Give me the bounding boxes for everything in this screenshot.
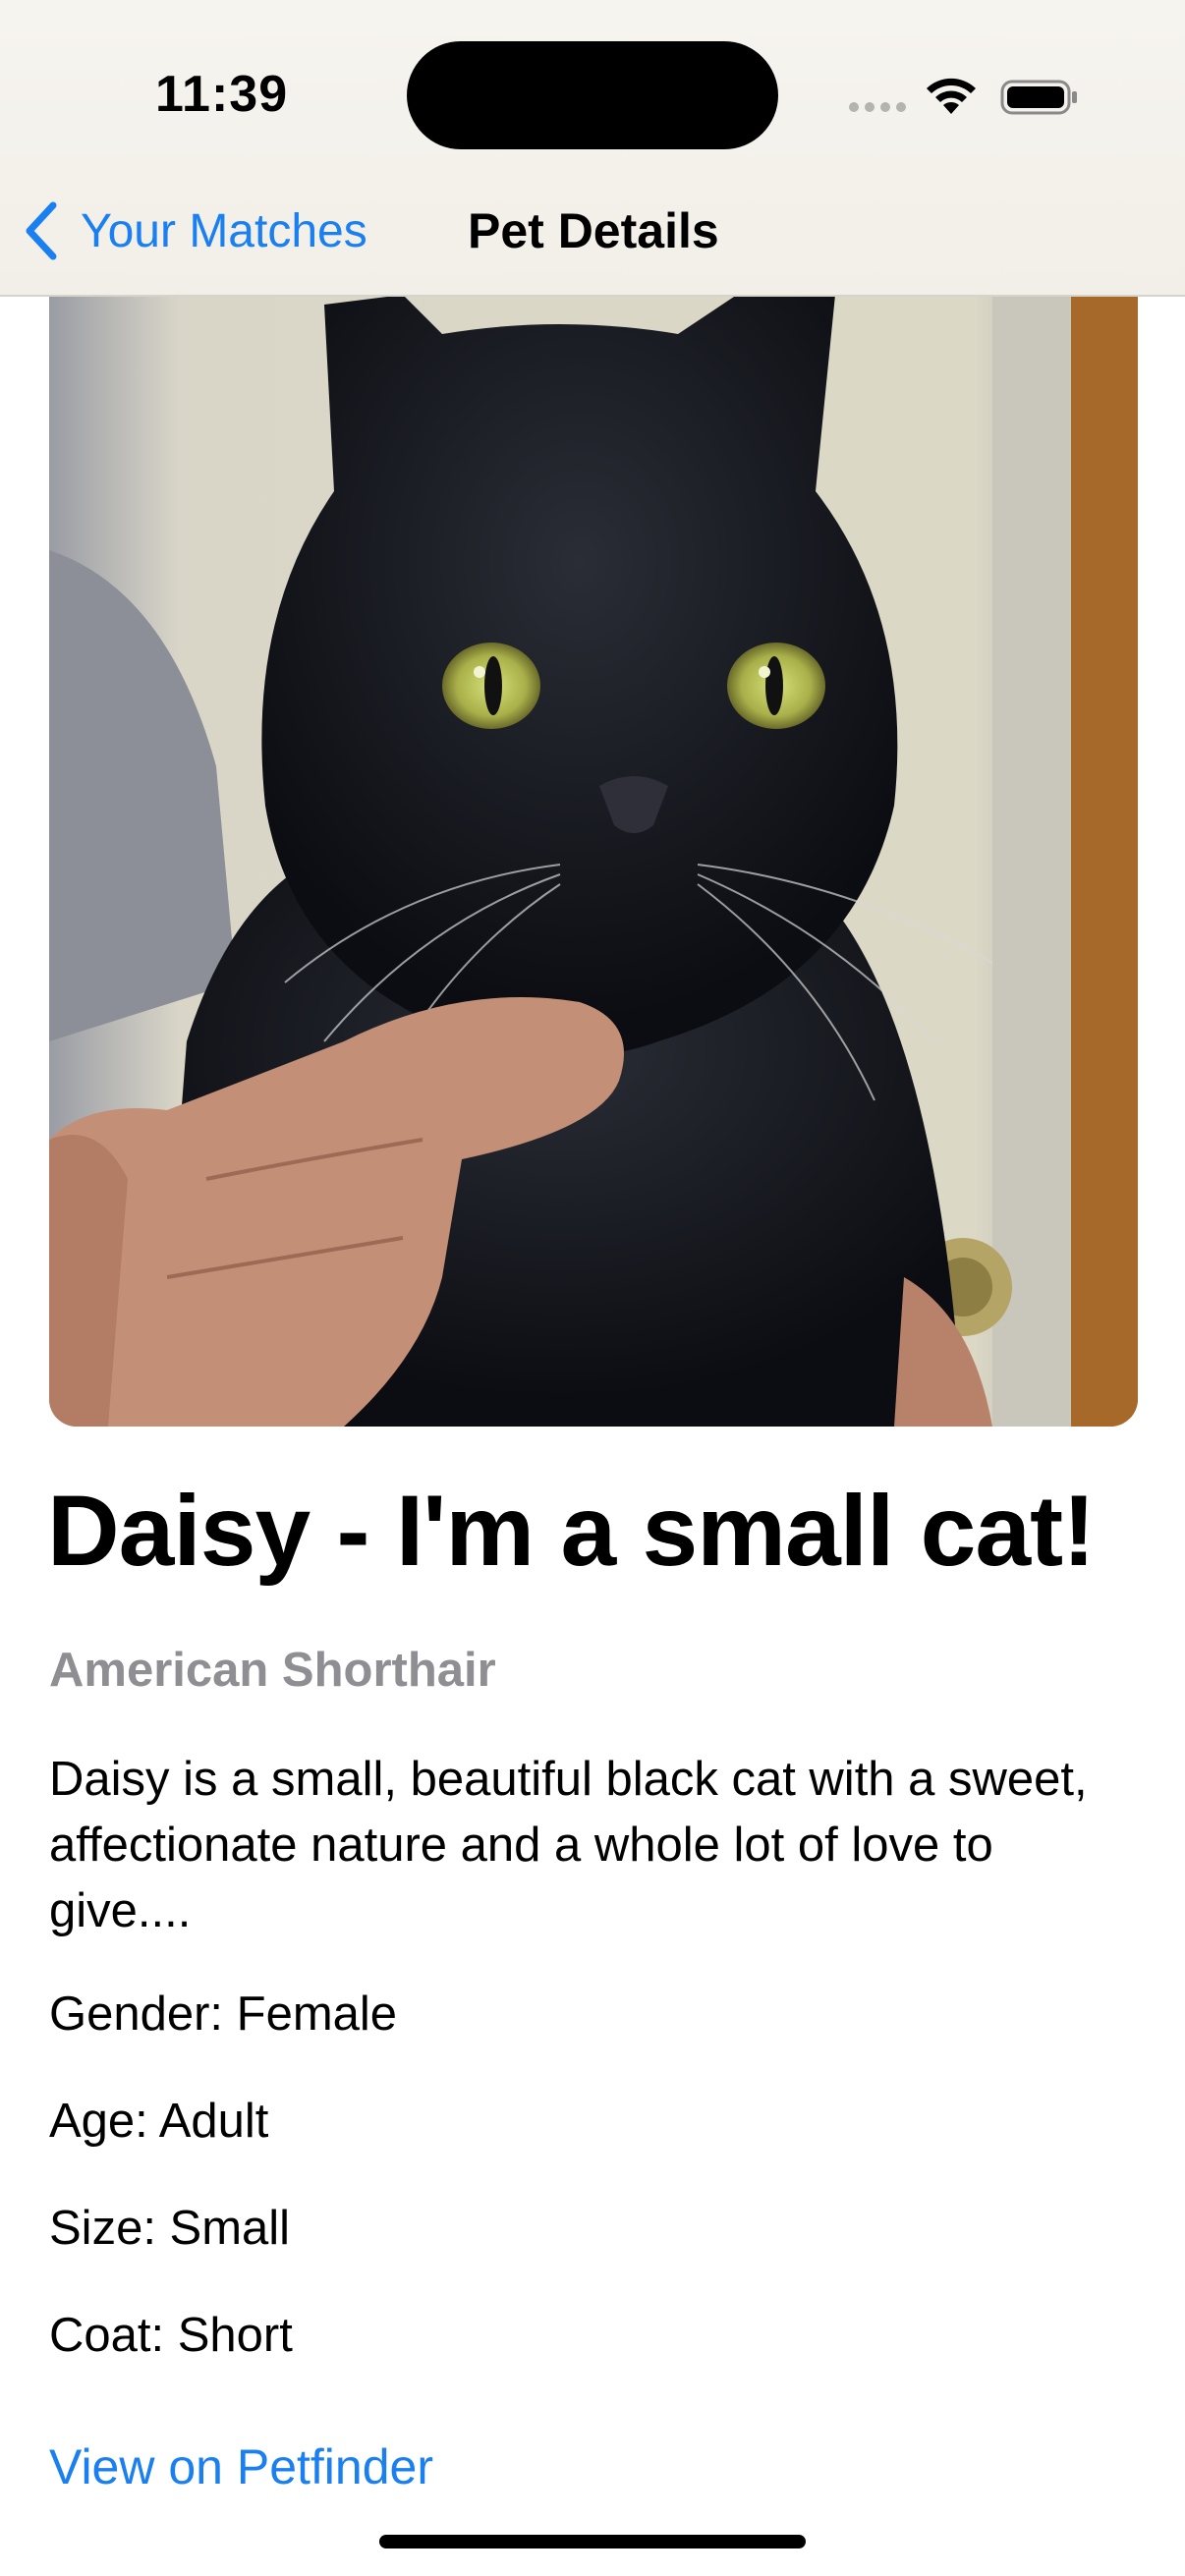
status-time: 11:39 (155, 66, 289, 123)
pet-gender: Gender: Female (49, 1988, 398, 2041)
back-button-label: Your Matches (81, 204, 367, 257)
pet-photo (49, 295, 1138, 1427)
pet-name-heading: Daisy - I'm a small cat! (47, 1475, 1096, 1587)
pet-coat: Coat: Short (49, 2309, 293, 2362)
pet-age: Age: Adult (49, 2095, 269, 2148)
battery-icon (1000, 80, 1077, 115)
pet-size: Size: Small (49, 2202, 291, 2255)
back-button[interactable]: Your Matches (24, 196, 367, 265)
signal-icon (849, 102, 906, 112)
home-indicator[interactable] (379, 2535, 806, 2548)
page-title: Pet Details (468, 203, 719, 258)
wifi-icon (927, 78, 976, 114)
navigation-bar: 11:39 Your Matches Pet Details (0, 0, 1185, 297)
pet-breed: American Shorthair (49, 1644, 496, 1697)
pet-description: Daisy is a small, beautiful black cat wi… (49, 1753, 1088, 1937)
dynamic-island (407, 41, 778, 149)
view-on-petfinder-link[interactable]: View on Petfinder (49, 2438, 433, 2495)
chevron-left-icon (26, 201, 57, 260)
